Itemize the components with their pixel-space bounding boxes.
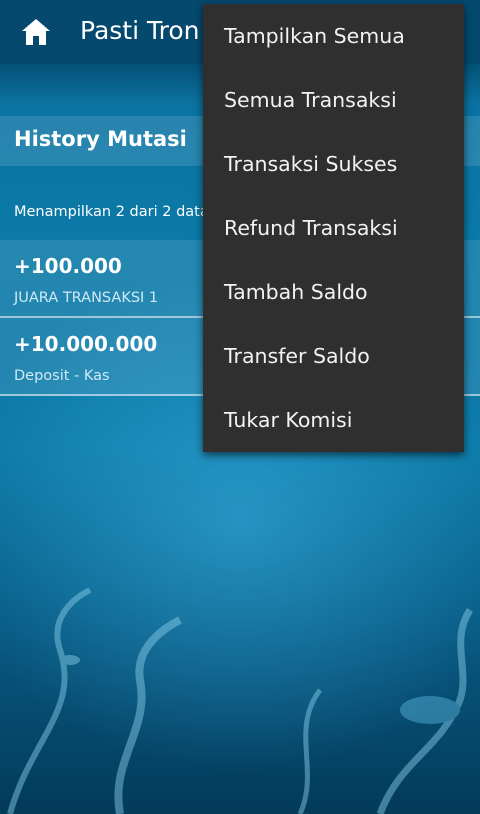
menu-item-tambah-saldo[interactable]: Tambah Saldo [203, 260, 464, 324]
home-button[interactable] [18, 14, 54, 50]
menu-item-transfer-saldo[interactable]: Transfer Saldo [203, 324, 464, 388]
record-count: Menampilkan 2 dari 2 data [14, 204, 209, 220]
transaction-description: Deposit - Kas [14, 368, 110, 384]
menu-item-refund-transaksi[interactable]: Refund Transaksi [203, 196, 464, 260]
overflow-menu: Tampilkan Semua Semua Transaksi Transaks… [203, 4, 464, 452]
section-title: History Mutasi [14, 127, 187, 151]
menu-item-tukar-komisi[interactable]: Tukar Komisi [203, 388, 464, 452]
menu-item-tampilkan-semua[interactable]: Tampilkan Semua [203, 4, 464, 68]
transaction-description: JUARA TRANSAKSI 1 [14, 290, 159, 306]
transaction-amount: +10.000.000 [14, 332, 158, 356]
app-title: Pasti Tron [80, 16, 200, 45]
home-icon [22, 19, 50, 45]
menu-item-semua-transaksi[interactable]: Semua Transaksi [203, 68, 464, 132]
menu-item-transaksi-sukses[interactable]: Transaksi Sukses [203, 132, 464, 196]
underwater-background [7, 587, 474, 814]
transaction-amount: +100.000 [14, 254, 122, 278]
